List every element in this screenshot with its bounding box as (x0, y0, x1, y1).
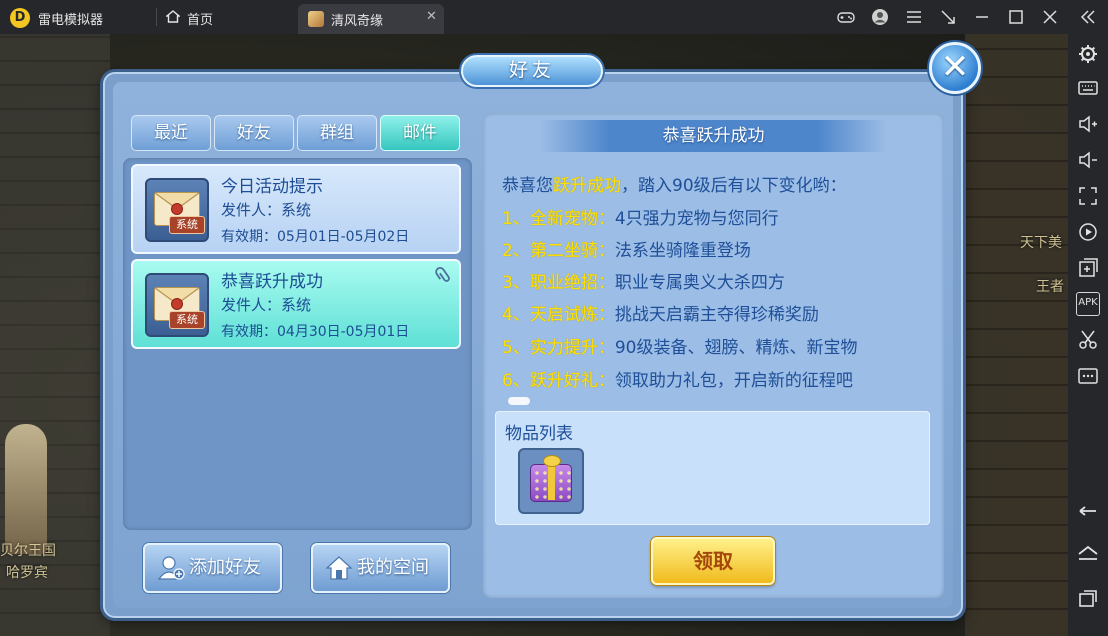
mail-item-selected[interactable]: 系统 恭喜跃升成功 发件人：系统 有效期：04月30日-05月01日 (131, 259, 461, 349)
mail-line: 4、天启试炼：挑战天启霸主夺得珍稀奖励 (502, 305, 819, 325)
mail-icon-frame: 系统 (145, 178, 209, 242)
emulator-toolbar: APK (1068, 34, 1108, 636)
background-building-right (965, 34, 1068, 636)
mail-item[interactable]: 系统 今日活动提示 发件人：系统 有效期：05月01日-05月02日 (131, 164, 461, 254)
shrink-window-icon[interactable] (938, 7, 958, 27)
gamepad-icon[interactable] (836, 7, 856, 27)
dialog-title: 好友 (461, 55, 603, 87)
background-npc-subname: 哈罗宾 (6, 565, 48, 581)
attachment-paperclip-icon (435, 267, 450, 282)
apk-install-icon[interactable]: APK (1076, 292, 1100, 316)
mail-line: 5、实力提升：90级装备、翅膀、精炼、新宝物 (502, 338, 858, 358)
mail-validity: 有效期：04月30日-05月01日 (221, 324, 410, 340)
game-tab-label: 清风奇缘 (331, 14, 384, 29)
mail-line: 6、跃升好礼：领取助力礼包，开启新的征程吧 (502, 371, 853, 391)
window-close-icon[interactable] (1040, 7, 1060, 27)
home-tab[interactable]: 首页 (160, 0, 295, 34)
add-friend-label: 添加好友 (189, 557, 261, 578)
titlebar-divider (156, 8, 157, 26)
back-icon[interactable] (1076, 499, 1100, 523)
my-space-label: 我的空间 (357, 557, 429, 578)
tab-close-icon[interactable]: ✕ (426, 9, 437, 24)
tab-mail[interactable]: 邮件 (380, 115, 460, 151)
scissors-icon[interactable] (1076, 328, 1100, 352)
recent-apps-icon[interactable] (1076, 586, 1100, 610)
claim-button[interactable]: 领取 (651, 537, 775, 585)
emulator-titlebar: D 雷电模拟器 首页 清风奇缘 ✕ (0, 0, 1108, 34)
settings-gear-icon[interactable] (1076, 42, 1100, 66)
wax-seal-icon (171, 298, 183, 310)
more-options-icon[interactable] (1076, 364, 1100, 388)
mail-title: 今日活动提示 (221, 177, 323, 197)
mail-validity: 有效期：05月01日-05月02日 (221, 229, 410, 245)
mail-icon-frame: 系统 (145, 273, 209, 337)
volume-up-icon[interactable] (1076, 112, 1100, 136)
background-right-label: 天下美 (1020, 235, 1062, 251)
mail-line: 1、全新宠物：4只强力宠物与您同行 (502, 209, 779, 229)
add-friend-icon (157, 556, 185, 580)
keyboard-icon[interactable] (1076, 76, 1100, 100)
home-icon (166, 10, 180, 23)
gift-bow (543, 455, 561, 467)
collapse-sidebar-icon[interactable] (1078, 7, 1098, 27)
items-list-title: 物品列表 (505, 424, 573, 444)
system-tag: 系统 (169, 216, 205, 234)
my-space-button[interactable]: 我的空间 (311, 543, 450, 593)
game-app-icon (308, 11, 324, 27)
game-tab[interactable]: 清风奇缘 ✕ (298, 4, 444, 34)
user-avatar-icon[interactable] (870, 7, 890, 27)
house-icon (325, 556, 353, 580)
emulator-logo-icon: D (10, 8, 30, 28)
mail-intro-line: 恭喜您跃升成功，踏入90级后有以下变化哟： (502, 176, 847, 196)
maximize-icon[interactable] (1006, 7, 1026, 27)
add-window-icon[interactable] (1076, 256, 1100, 280)
minimize-icon[interactable] (972, 7, 992, 27)
emulator-app-name: 雷电模拟器 (38, 13, 104, 28)
tab-recent[interactable]: 最近 (131, 115, 211, 151)
dialog-close-button[interactable]: ✕ (929, 42, 981, 94)
home-tab-label: 首页 (187, 13, 214, 28)
add-friend-button[interactable]: 添加好友 (143, 543, 282, 593)
gift-box-icon (530, 455, 572, 502)
gift-ribbon (548, 465, 555, 500)
mail-sender: 发件人：系统 (221, 201, 312, 219)
volume-down-icon[interactable] (1076, 148, 1100, 172)
mail-content-header: 恭喜跃升成功 (540, 120, 887, 152)
tab-groups[interactable]: 群组 (297, 115, 377, 151)
background-npc-name: 贝尔王国 (0, 543, 56, 559)
record-icon[interactable] (1076, 220, 1100, 244)
mail-sender: 发件人：系统 (221, 296, 312, 314)
menu-icon[interactable] (904, 7, 924, 27)
tab-friends[interactable]: 好友 (214, 115, 294, 151)
mail-title: 恭喜跃升成功 (221, 272, 323, 292)
background-character (5, 424, 47, 554)
home-nav-icon[interactable] (1076, 542, 1100, 566)
mail-line: 2、第二坐骑：法系坐骑隆重登场 (502, 241, 751, 261)
fullscreen-icon[interactable] (1076, 184, 1100, 208)
mail-line: 3、职业绝招：职业专属奥义大杀四方 (502, 273, 785, 293)
scroll-indicator[interactable] (508, 397, 530, 405)
background-right-sublabel: 王者 (1036, 279, 1064, 295)
item-slot[interactable] (518, 448, 584, 514)
system-tag: 系统 (169, 311, 205, 329)
wax-seal-icon (171, 203, 183, 215)
